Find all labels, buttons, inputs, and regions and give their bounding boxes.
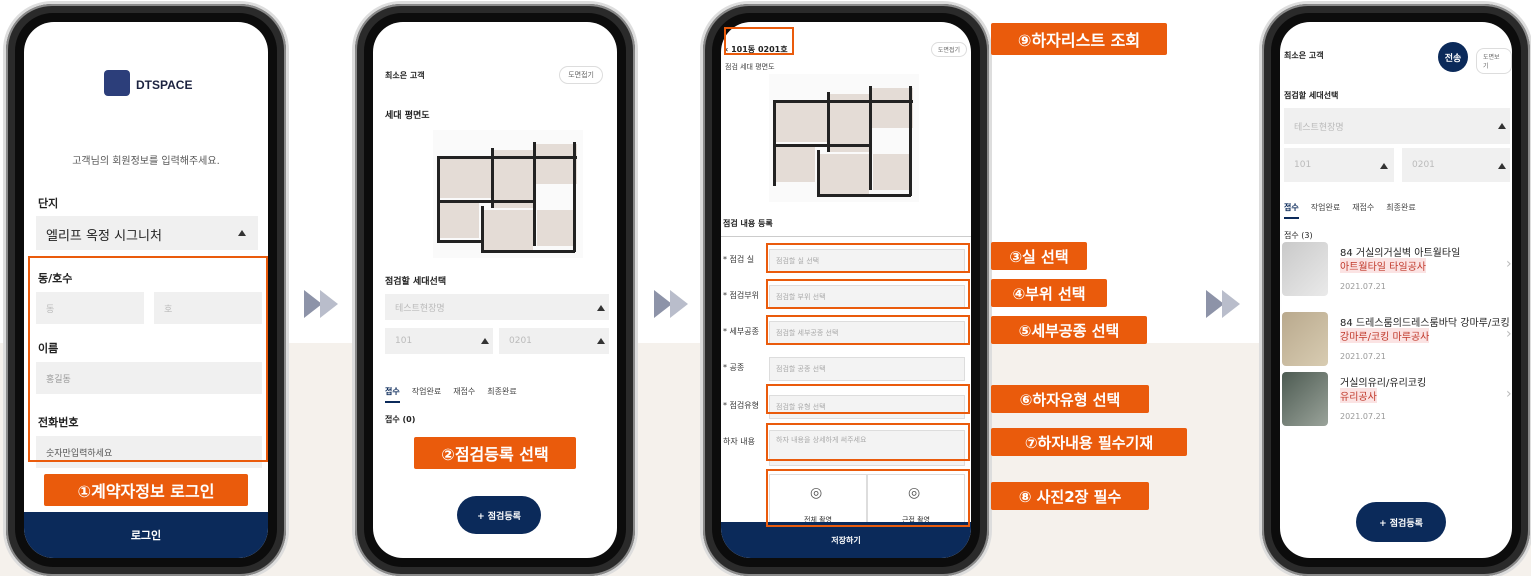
dong-select[interactable]: 101 xyxy=(1284,148,1394,182)
defect-photo xyxy=(1282,312,1328,366)
add-inspection-button[interactable]: + 점검등록 xyxy=(1356,502,1446,542)
status-tabs: 접수 작업완료 재접수 최종완료 xyxy=(385,386,517,403)
item-sub: 유리공사 xyxy=(1340,388,1377,403)
caret-up-icon xyxy=(597,338,605,344)
content-label: 하자 내용 xyxy=(723,437,755,446)
received-count: 접수 (0) xyxy=(385,415,416,424)
list-item[interactable]: 84 거실의거실벽 아트월타일 아트월타일 타일공사 2021.07.21 › xyxy=(1280,238,1512,298)
tab-final[interactable]: 최종완료 xyxy=(487,386,516,403)
partial-title: 점검 세대 평면도 xyxy=(725,63,775,71)
tab-received[interactable]: 접수 xyxy=(1284,202,1299,219)
tab-resubmit[interactable]: 재접수 xyxy=(453,386,475,403)
highlight-photos xyxy=(766,469,970,527)
view-plan-button[interactable]: 도면접기 xyxy=(559,66,603,84)
phone-bezel: 최소은 고객 전송 도면보기 점검할 세대선택 테스트현장명 101 0201 … xyxy=(1271,13,1521,567)
dashboard-screen: 최소은 고객 도면접기 세대 평면도 점검할 세대선택 테스트현장명 101 0… xyxy=(373,22,617,558)
item-sub: 강마루/코킹 마루공사 xyxy=(1340,328,1430,343)
step-8-badge: ⑧ 사진2장 필수 xyxy=(991,482,1149,510)
login-instruction: 고객님의 회원정보를 입력해주세요. xyxy=(72,156,220,167)
item-title: 84 드레스룸의드레스룸바닥 강마루/코킹 xyxy=(1340,318,1510,329)
customer-name: 최소은 고객 xyxy=(385,71,425,80)
chevron-right-icon: › xyxy=(1506,256,1512,272)
complex-label: 단지 xyxy=(38,197,59,210)
tab-work-done[interactable]: 작업완료 xyxy=(1311,202,1340,219)
section-title: 점검 내용 등록 xyxy=(723,219,773,228)
plan-title: 세대 평면도 xyxy=(385,111,430,121)
phone-defect-list: 최소은 고객 전송 도면보기 점검할 세대선택 테스트현장명 101 0201 … xyxy=(1262,4,1530,576)
dtspace-logo xyxy=(104,70,130,96)
chevron-right-icon: › xyxy=(1506,326,1512,342)
logo-text: DTSPACE xyxy=(136,78,193,92)
item-title: 거실의유리/유리코킹 xyxy=(1340,378,1427,389)
floor-plan-image xyxy=(769,74,919,202)
highlight-subtrade xyxy=(766,315,970,345)
step-3-badge: ③실 선택 xyxy=(991,242,1087,270)
floor-plan-image xyxy=(433,130,583,258)
item-title: 84 거실의거실벽 아트월타일 xyxy=(1340,248,1461,259)
dong-select[interactable]: 101 xyxy=(385,328,493,354)
save-button[interactable]: 저장하기 xyxy=(721,522,971,558)
tab-received[interactable]: 접수 xyxy=(385,386,400,403)
defect-photo xyxy=(1282,242,1328,296)
phone-bezel: 최소은 고객 도면접기 세대 평면도 점검할 세대선택 테스트현장명 101 0… xyxy=(364,13,626,567)
add-inspection-button[interactable]: + 점검등록 xyxy=(457,496,541,534)
view-plan-button[interactable]: 도면보기 xyxy=(1476,48,1512,74)
chevron-right-icon: › xyxy=(1506,386,1512,402)
phone-dashboard: 최소은 고객 도면접기 세대 평면도 점검할 세대선택 테스트현장명 101 0… xyxy=(355,4,635,576)
highlight-room xyxy=(766,243,970,273)
list-screen: 최소은 고객 전송 도면보기 점검할 세대선택 테스트현장명 101 0201 … xyxy=(1280,22,1512,558)
arrow-icon xyxy=(304,290,348,320)
site-select[interactable]: 테스트현장명 xyxy=(385,294,609,320)
part-label: * 점검부위 xyxy=(723,291,759,300)
item-date: 2021.07.21 xyxy=(1340,352,1386,361)
highlight-content xyxy=(766,423,970,461)
type-label: * 점검유형 xyxy=(723,401,759,410)
room-label: * 점검 실 xyxy=(723,255,755,264)
caret-up-icon xyxy=(481,338,489,344)
step-5-badge: ⑤세부공종 선택 xyxy=(991,316,1147,344)
step-4-badge: ④부위 선택 xyxy=(991,279,1107,307)
arrow-icon xyxy=(654,290,698,320)
step-1-badge: ①계약자정보 로그인 xyxy=(44,474,248,506)
caret-up-icon xyxy=(1498,123,1506,129)
item-date: 2021.07.21 xyxy=(1340,412,1386,421)
defect-photo xyxy=(1282,372,1328,426)
highlight-login-fields xyxy=(28,256,268,462)
step-6-badge: ⑥하자유형 선택 xyxy=(991,385,1149,413)
list-item[interactable]: 84 드레스룸의드레스룸바닥 강마루/코킹 강마루/코킹 마루공사 2021.0… xyxy=(1280,308,1512,368)
caret-up-icon xyxy=(238,230,246,236)
trade-label: * 공종 xyxy=(723,363,745,372)
caret-up-icon xyxy=(1498,163,1506,169)
list-item[interactable]: 거실의유리/유리코킹 유리공사 2021.07.21 › xyxy=(1280,368,1512,428)
item-sub: 아트월타일 타일공사 xyxy=(1340,258,1426,273)
status-tabs: 접수 작업완료 재접수 최종완료 xyxy=(1284,202,1416,219)
view-plan-button[interactable]: 도면접기 xyxy=(930,42,967,57)
complex-value: 엘리프 옥정 시그니처 xyxy=(46,229,162,244)
tab-work-done[interactable]: 작업완료 xyxy=(412,386,441,403)
ho-select[interactable]: 0201 xyxy=(1402,148,1510,182)
site-select[interactable]: 테스트현장명 xyxy=(1284,108,1510,144)
send-button[interactable]: 전송 xyxy=(1438,42,1468,72)
tab-resubmit[interactable]: 재접수 xyxy=(1352,202,1374,219)
arrow-icon xyxy=(1206,290,1250,320)
login-button[interactable]: 로그인 xyxy=(24,512,268,558)
customer-name: 최소은 고객 xyxy=(1284,51,1324,60)
complex-select[interactable]: 엘리프 옥정 시그니처 xyxy=(36,216,258,250)
select-title: 점검할 세대선택 xyxy=(1284,91,1339,100)
select-title: 점검할 세대선택 xyxy=(385,277,447,287)
highlight-type xyxy=(766,384,970,414)
caret-up-icon xyxy=(1380,163,1388,169)
tab-final[interactable]: 최종완료 xyxy=(1386,202,1415,219)
divider xyxy=(721,236,971,237)
caret-up-icon xyxy=(597,305,605,311)
highlight-unit-title xyxy=(724,27,794,55)
ho-select[interactable]: 0201 xyxy=(499,328,609,354)
highlight-part xyxy=(766,279,970,309)
item-date: 2021.07.21 xyxy=(1340,282,1386,291)
subtrade-label: * 세부공종 xyxy=(723,327,759,336)
step-2-badge: ②점검등록 선택 xyxy=(414,437,576,469)
step-7-badge: ⑦하자내용 필수기재 xyxy=(991,428,1187,456)
step-9-badge: ⑨하자리스트 조회 xyxy=(991,23,1167,55)
trade-select[interactable]: 점검할 공종 선택 xyxy=(769,357,965,381)
